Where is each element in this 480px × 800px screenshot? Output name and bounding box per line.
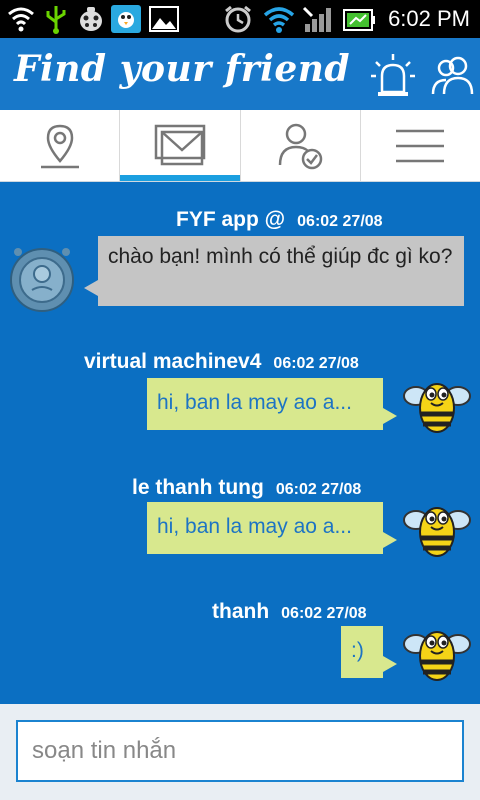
bird-app-icon	[111, 5, 141, 33]
alarm-icon	[225, 5, 251, 33]
wifi-signal-icon	[263, 7, 295, 33]
menu-icon	[396, 129, 445, 162]
status-bar: 6:02 PM	[0, 0, 480, 38]
status-time: 6:02 PM	[388, 6, 470, 31]
user-check-icon	[278, 123, 323, 169]
signal-icon	[302, 6, 331, 32]
message-header: le thanh tung 06:02 27/08	[132, 476, 361, 500]
sender-name: le thanh tung	[132, 476, 264, 499]
message-bubble-outgoing: hi, ban la may ao a...	[147, 502, 397, 554]
chat-area[interactable]: FYF app @ 06:02 27/08 chào bạn! mình có t…	[0, 182, 480, 704]
message-header: FYF app @ 06:02 27/08	[176, 208, 383, 232]
tab-menu[interactable]	[361, 110, 480, 181]
message-composer	[0, 704, 480, 800]
bug-icon	[80, 7, 102, 31]
location-pin-icon	[40, 124, 79, 168]
image-icon	[149, 6, 179, 32]
message-header: thanh 06:02 27/08	[212, 600, 367, 624]
wifi-icon	[8, 7, 34, 32]
bee-avatar-icon[interactable]	[402, 494, 472, 564]
tab-bar	[0, 110, 480, 182]
message-time: 06:02 27/08	[297, 213, 383, 230]
battery-icon	[343, 9, 375, 31]
sender-name: thanh	[212, 600, 270, 623]
bee-avatar-icon[interactable]	[402, 370, 472, 440]
tab-location[interactable]	[0, 110, 121, 181]
mail-icon	[154, 124, 206, 165]
sender-name: virtual machinev4	[84, 350, 262, 373]
message-bubble-incoming: chào bạn! mình có thể giúp đc gì ko?	[84, 236, 464, 306]
alert-siren-icon[interactable]	[370, 52, 416, 98]
friends-icon[interactable]	[430, 52, 476, 98]
message-time: 06:02 27/08	[273, 355, 359, 372]
usb-icon	[46, 6, 66, 34]
message-time: 06:02 27/08	[275, 481, 362, 498]
message-time: 06:02 27/08	[281, 605, 367, 622]
message-bubble-outgoing: :)	[341, 626, 397, 678]
message-bubble-outgoing: hi, ban la may ao a...	[147, 378, 397, 430]
tab-contacts[interactable]	[241, 110, 361, 181]
app-header: Find your friend	[0, 38, 480, 110]
tab-messages[interactable]	[120, 110, 241, 181]
app-title: Find your friend	[14, 48, 351, 90]
bee-avatar-icon[interactable]	[402, 618, 472, 688]
message-header: virtual machinev4 06:02 27/08	[84, 350, 359, 374]
message-input[interactable]	[16, 720, 464, 782]
sender-name: FYF app @	[176, 208, 286, 231]
robot-avatar-icon[interactable]	[8, 244, 76, 312]
